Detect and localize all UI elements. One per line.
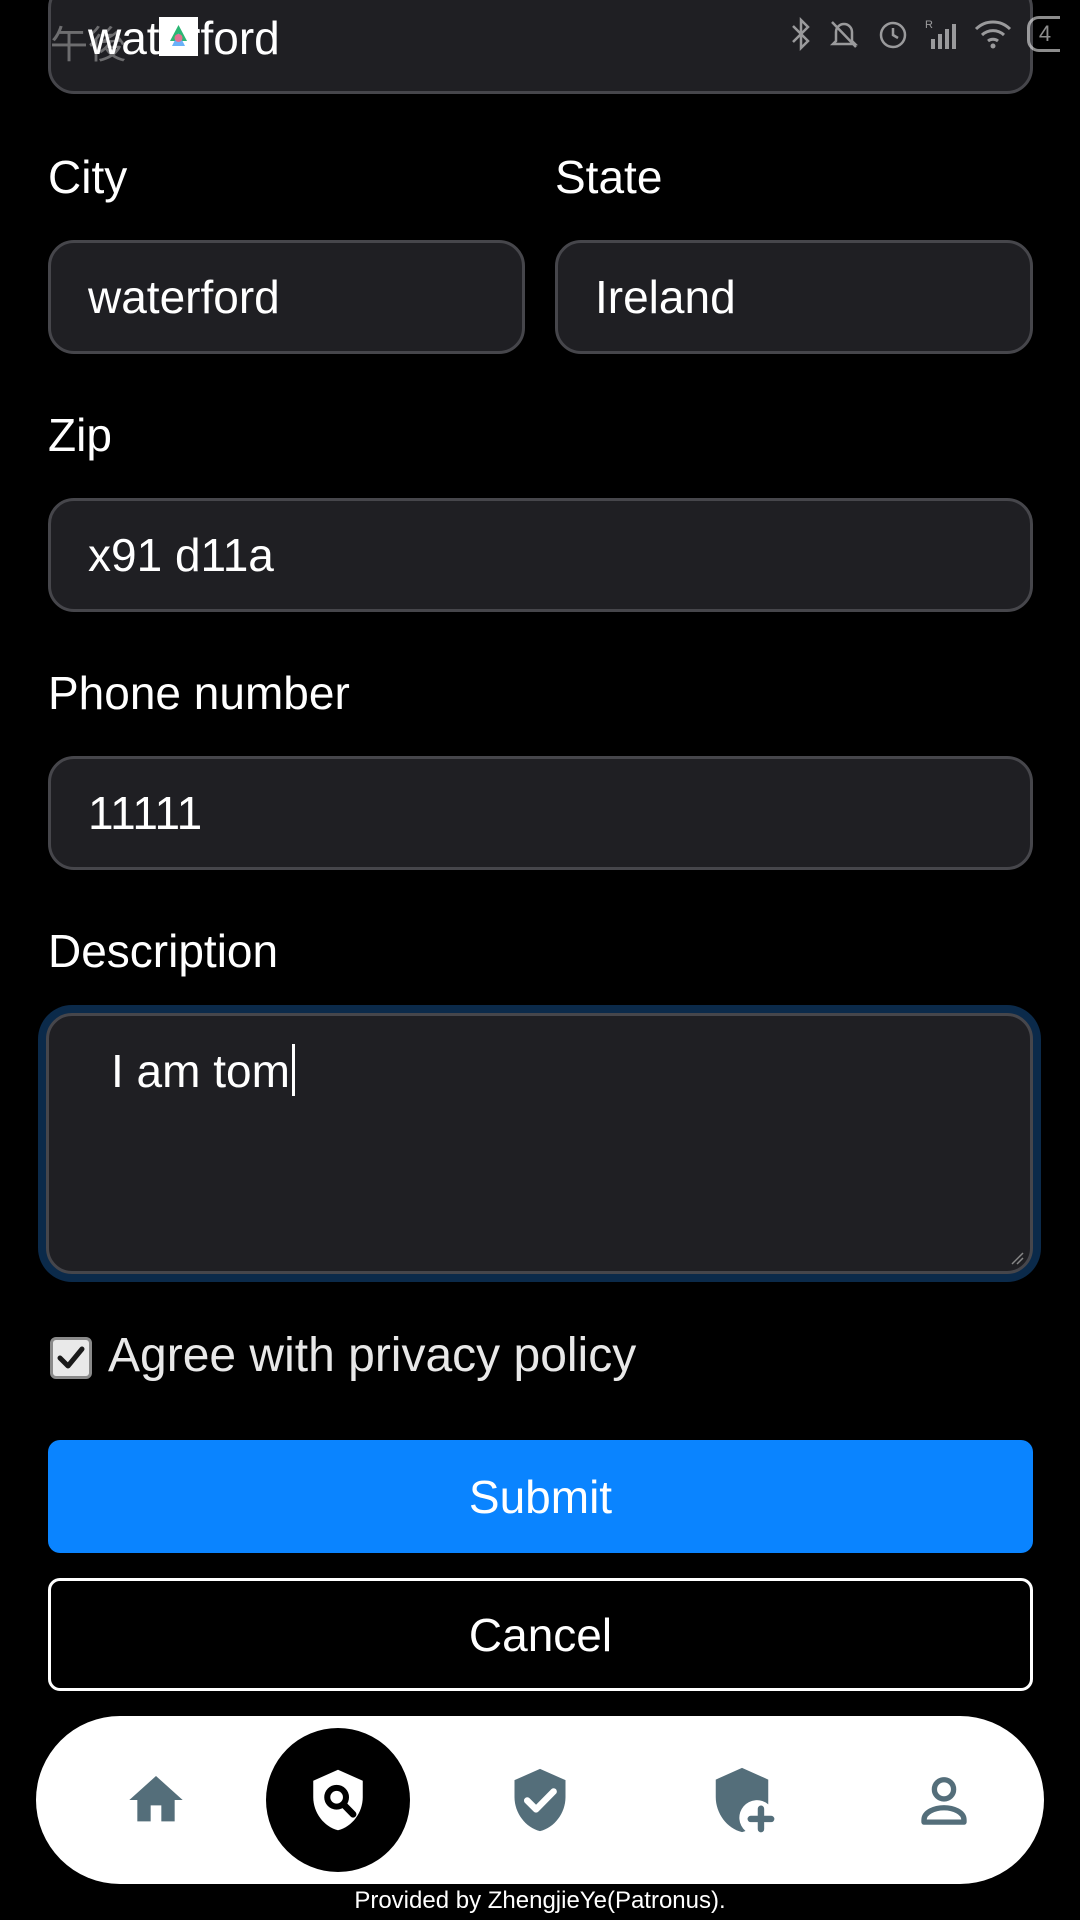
person-icon bbox=[921, 1777, 967, 1825]
zip-value: x91 d11a bbox=[88, 529, 274, 581]
nav-add[interactable] bbox=[682, 1716, 802, 1884]
nav-profile[interactable] bbox=[884, 1716, 1004, 1884]
state-label: State bbox=[555, 151, 663, 203]
shield-check-icon bbox=[514, 1768, 566, 1832]
alarm-icon bbox=[879, 21, 907, 49]
checkmark-icon bbox=[57, 1346, 85, 1369]
description-textarea[interactable]: I am tom bbox=[46, 1013, 1033, 1274]
shield-add-icon bbox=[715, 1767, 775, 1833]
home-icon bbox=[129, 1776, 183, 1822]
description-value: I am tom bbox=[111, 1045, 290, 1097]
cancel-button[interactable]: Cancel bbox=[48, 1578, 1033, 1691]
phone-value: 11111 bbox=[88, 787, 203, 839]
privacy-checkbox[interactable] bbox=[50, 1337, 92, 1379]
status-icons: R 4 bbox=[789, 16, 1060, 52]
bluetooth-icon bbox=[792, 17, 810, 51]
phone-label: Phone number bbox=[48, 667, 350, 719]
signal-icon: R bbox=[925, 19, 956, 49]
status-time: 午後 bbox=[50, 25, 127, 67]
battery-icon: 4 bbox=[1027, 16, 1060, 52]
wifi-icon bbox=[974, 20, 1012, 49]
svg-text:R: R bbox=[925, 19, 933, 31]
resize-grip-icon[interactable] bbox=[1010, 1251, 1024, 1265]
privacy-label[interactable]: Agree with privacy policy bbox=[108, 1328, 636, 1383]
footer-credit: Provided by ZhengjieYe(Patronus). bbox=[354, 1887, 726, 1914]
submit-button[interactable]: Submit bbox=[48, 1440, 1033, 1553]
state-input[interactable]: Ireland bbox=[555, 240, 1033, 354]
status-bar: 午後 R 4 bbox=[0, 0, 1080, 76]
description-label: Description bbox=[48, 925, 279, 977]
nav-home[interactable] bbox=[96, 1716, 216, 1884]
bottom-nav bbox=[36, 1716, 1044, 1884]
zip-input[interactable]: x91 d11a bbox=[48, 498, 1033, 612]
shield-search-icon bbox=[313, 1769, 363, 1831]
battery-level: 4 bbox=[1038, 21, 1052, 46]
state-value: Ireland bbox=[595, 271, 736, 323]
zip-label: Zip bbox=[48, 409, 112, 461]
nav-search-active[interactable] bbox=[266, 1728, 410, 1872]
mute-bell-icon bbox=[829, 21, 859, 48]
city-value: waterford bbox=[88, 271, 280, 323]
phone-input[interactable]: 11111 bbox=[48, 756, 1033, 870]
nav-verified[interactable] bbox=[480, 1716, 600, 1884]
city-input[interactable]: waterford bbox=[48, 240, 525, 354]
text-caret bbox=[291, 1044, 295, 1096]
app-notification-icon bbox=[159, 17, 198, 56]
city-label: City bbox=[48, 151, 128, 203]
